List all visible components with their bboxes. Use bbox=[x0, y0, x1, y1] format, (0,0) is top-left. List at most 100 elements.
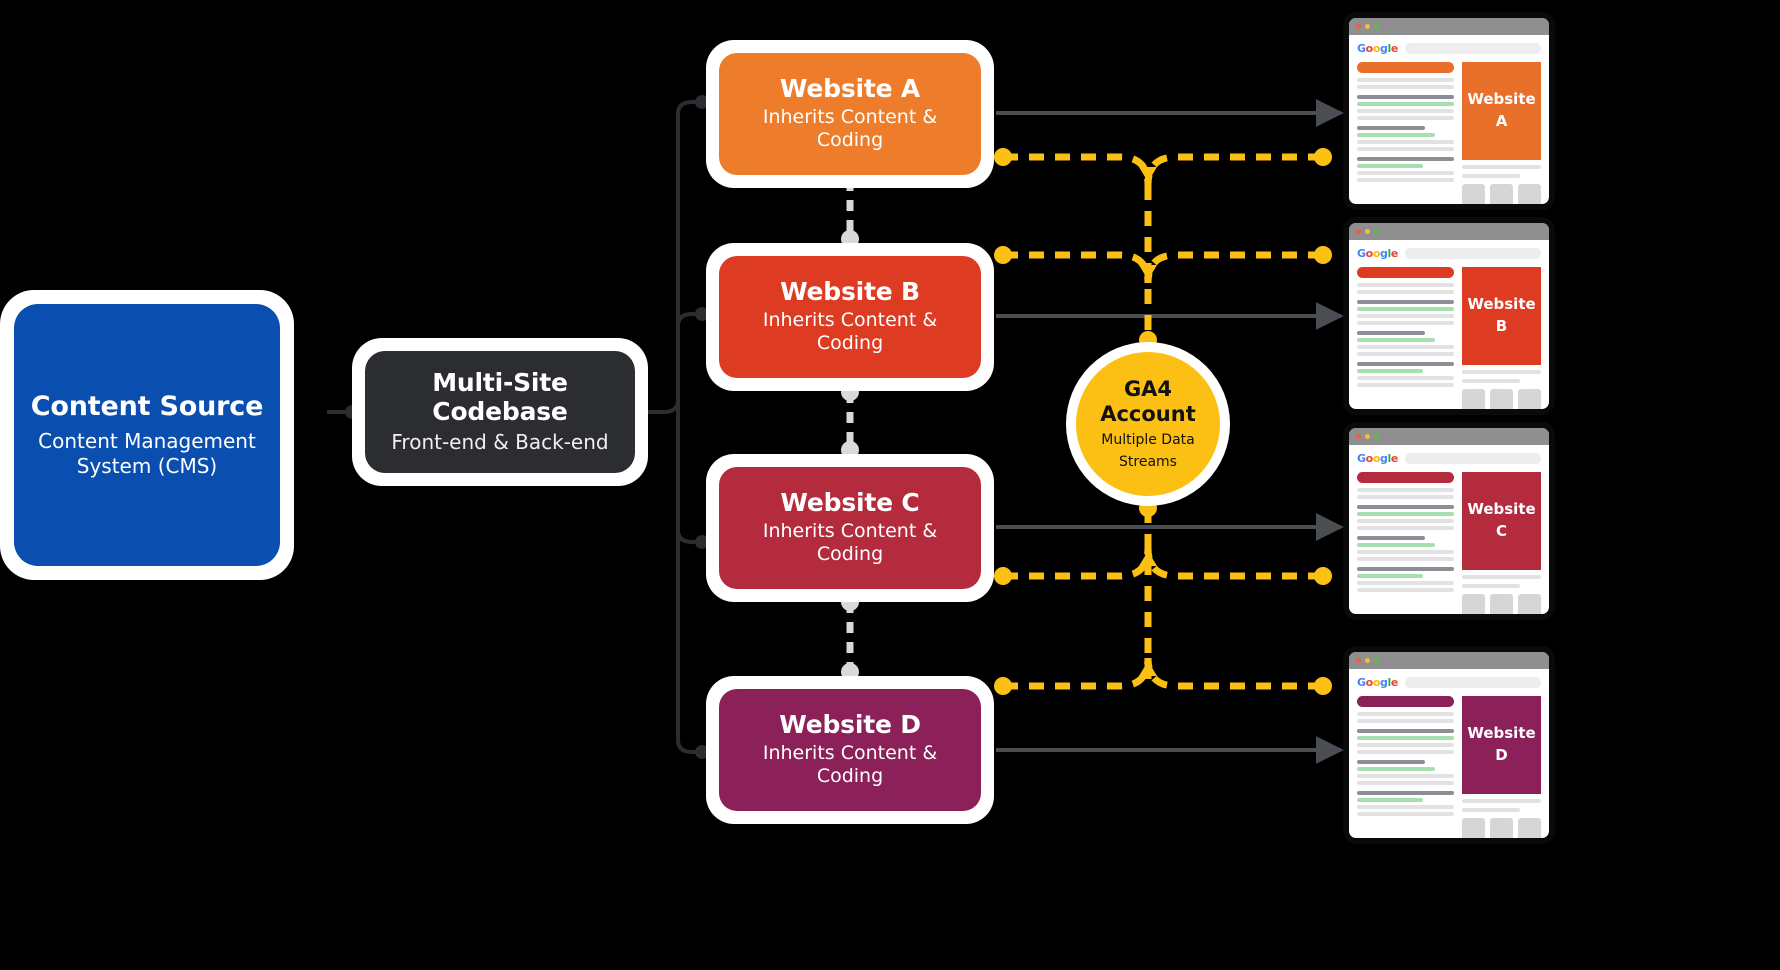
content-source-title: Content Source bbox=[30, 391, 264, 423]
serp-results bbox=[1357, 267, 1454, 409]
tile bbox=[1490, 818, 1513, 838]
close-icon[interactable] bbox=[1356, 434, 1361, 439]
node-ga4-body: GA4 Account Multiple Data Streams bbox=[1076, 352, 1220, 496]
browser-mockup-website-a[interactable]: Google Website A bbox=[1349, 18, 1549, 204]
node-content-source-body: Content Source Content Management System… bbox=[14, 304, 280, 566]
node-content-source[interactable]: Content Source Content Management System… bbox=[0, 290, 294, 580]
serp-results bbox=[1357, 472, 1454, 614]
diagram-canvas: Content Source Content Management System… bbox=[0, 0, 1780, 970]
hero-card: Website A bbox=[1462, 62, 1541, 160]
serp-results bbox=[1357, 62, 1454, 204]
panel-line bbox=[1462, 370, 1541, 374]
panel-tiles bbox=[1462, 389, 1541, 409]
result-item bbox=[1357, 362, 1454, 387]
node-ga4-account[interactable]: GA4 Account Multiple Data Streams bbox=[1066, 342, 1230, 506]
browser-content: Google Website D bbox=[1349, 669, 1549, 838]
browser-titlebar bbox=[1349, 18, 1549, 35]
tile bbox=[1518, 818, 1541, 838]
search-input[interactable] bbox=[1404, 248, 1541, 259]
node-multi-site-codebase[interactable]: Multi-Site Codebase Front-end & Back-end bbox=[352, 338, 648, 486]
maximize-icon[interactable] bbox=[1374, 434, 1379, 439]
minimize-icon[interactable] bbox=[1365, 24, 1370, 29]
node-website-c-body: Website C Inherits Content & Coding bbox=[719, 467, 981, 589]
panel-line bbox=[1462, 799, 1541, 803]
result-item bbox=[1357, 505, 1454, 530]
close-icon[interactable] bbox=[1356, 229, 1361, 234]
result-item bbox=[1357, 95, 1454, 120]
node-website-c[interactable]: Website C Inherits Content & Coding bbox=[706, 454, 994, 602]
search-input[interactable] bbox=[1404, 677, 1541, 688]
serp-columns: Website C bbox=[1357, 472, 1541, 614]
tile bbox=[1462, 184, 1485, 204]
tile bbox=[1490, 594, 1513, 614]
panel-line bbox=[1462, 165, 1541, 169]
content-source-subtitle: Content Management System (CMS) bbox=[38, 428, 256, 478]
close-icon[interactable] bbox=[1356, 24, 1361, 29]
browser-content: Google Website B bbox=[1349, 240, 1549, 409]
browser-mockup-website-b[interactable]: Google Website B bbox=[1349, 223, 1549, 409]
node-website-b[interactable]: Website B Inherits Content & Coding bbox=[706, 243, 994, 391]
panel-tiles bbox=[1462, 594, 1541, 614]
minimize-icon[interactable] bbox=[1365, 658, 1370, 663]
website-c-title: Website C bbox=[780, 487, 920, 517]
ga4-subtitle-line1: Multiple Data bbox=[1101, 431, 1195, 448]
website-a-subtitle: Inherits Content & Coding bbox=[762, 105, 938, 152]
ga4-title-line1: GA4 bbox=[1123, 377, 1173, 402]
result-item bbox=[1357, 488, 1454, 499]
browser-mockup-website-c[interactable]: Google Website C bbox=[1349, 428, 1549, 614]
tile bbox=[1462, 594, 1485, 614]
tile bbox=[1490, 184, 1513, 204]
result-item bbox=[1357, 712, 1454, 723]
result-item bbox=[1357, 157, 1454, 182]
result-item bbox=[1357, 536, 1454, 561]
tile bbox=[1462, 389, 1485, 409]
search-input[interactable] bbox=[1404, 43, 1541, 54]
serp-columns: Website D bbox=[1357, 696, 1541, 838]
node-website-d-body: Website D Inherits Content & Coding bbox=[719, 689, 981, 811]
serp-columns: Website B bbox=[1357, 267, 1541, 409]
hero-card: Website C bbox=[1462, 472, 1541, 570]
codebase-title: Multi-Site Codebase bbox=[432, 368, 568, 426]
website-b-title: Website B bbox=[780, 276, 920, 306]
result-item bbox=[1357, 791, 1454, 816]
google-logo-icon: Google bbox=[1357, 247, 1398, 260]
result-item bbox=[1357, 760, 1454, 785]
result-item bbox=[1357, 300, 1454, 325]
hero-line2: D bbox=[1495, 746, 1508, 764]
hero-line2: B bbox=[1495, 317, 1508, 335]
minimize-icon[interactable] bbox=[1365, 434, 1370, 439]
panel-line bbox=[1462, 379, 1521, 383]
search-input[interactable] bbox=[1404, 453, 1541, 464]
browser-titlebar bbox=[1349, 223, 1549, 240]
maximize-icon[interactable] bbox=[1374, 229, 1379, 234]
knowledge-panel: Website B bbox=[1462, 267, 1541, 409]
maximize-icon[interactable] bbox=[1374, 24, 1379, 29]
browser-mockup-website-d[interactable]: Google Website D bbox=[1349, 652, 1549, 838]
website-a-title: Website A bbox=[779, 73, 921, 103]
knowledge-panel: Website D bbox=[1462, 696, 1541, 838]
panel-tiles bbox=[1462, 184, 1541, 204]
result-item bbox=[1357, 567, 1454, 592]
browser-content: Google Website C bbox=[1349, 445, 1549, 614]
browser-titlebar bbox=[1349, 428, 1549, 445]
website-c-subtitle: Inherits Content & Coding bbox=[762, 519, 938, 566]
panel-line bbox=[1462, 584, 1521, 588]
maximize-icon[interactable] bbox=[1374, 658, 1379, 663]
hero-line2: A bbox=[1495, 112, 1508, 130]
hero-card: Website B bbox=[1462, 267, 1541, 365]
connector-tree-endpoints bbox=[695, 95, 709, 759]
minimize-icon[interactable] bbox=[1365, 229, 1370, 234]
panel-line bbox=[1462, 174, 1521, 178]
ga4-subtitle-line2: Streams bbox=[1119, 453, 1177, 470]
connector-codebase-tree bbox=[648, 100, 702, 754]
node-website-a[interactable]: Website A Inherits Content & Coding bbox=[706, 40, 994, 188]
result-item bbox=[1357, 78, 1454, 89]
hero-line2: C bbox=[1495, 522, 1507, 540]
hero-line1: Website bbox=[1467, 90, 1536, 109]
top-result-accent bbox=[1357, 472, 1454, 483]
close-icon[interactable] bbox=[1356, 658, 1361, 663]
result-item bbox=[1357, 283, 1454, 294]
google-logo-icon: Google bbox=[1357, 452, 1398, 465]
node-website-d[interactable]: Website D Inherits Content & Coding bbox=[706, 676, 994, 824]
browser-content: Google Website A bbox=[1349, 35, 1549, 204]
